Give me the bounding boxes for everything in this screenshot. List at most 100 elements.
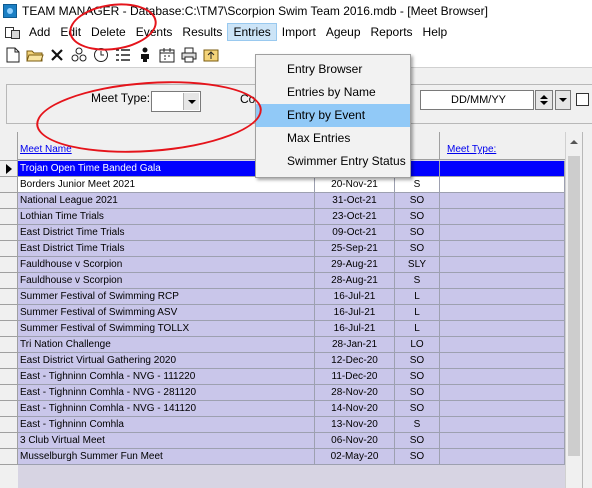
mdi-window-icon[interactable] xyxy=(4,25,20,39)
meet-course-cell: SO xyxy=(395,369,440,384)
meet-course-cell: S xyxy=(395,273,440,288)
meet-name-cell: 3 Club Virtual Meet xyxy=(18,433,315,448)
row-selector[interactable] xyxy=(0,289,18,305)
table-row[interactable]: Musselburgh Summer Fun Meet 02-May-20 SO xyxy=(18,449,565,465)
meet-type-cell xyxy=(440,257,565,272)
row-selector[interactable] xyxy=(0,321,18,337)
meet-course-cell: SO xyxy=(395,193,440,208)
team-icon[interactable] xyxy=(70,46,88,64)
entries-dropdown-menu: Entry Browser Entries by Name Entry by E… xyxy=(255,54,411,178)
row-selector[interactable] xyxy=(0,385,18,401)
table-row[interactable]: Tri Nation Challenge 28-Jan-21 LO xyxy=(18,337,565,353)
meet-course-cell: SO xyxy=(395,449,440,464)
row-selector[interactable] xyxy=(0,193,18,209)
meet-name-cell: East District Time Trials xyxy=(18,225,315,240)
row-selector[interactable] xyxy=(0,417,18,433)
menu-ageup[interactable]: Ageup xyxy=(321,23,366,41)
table-row[interactable]: East - Tighninn Comhla - NVG - 111220 11-… xyxy=(18,369,565,385)
menu-item-entry-by-event[interactable]: Entry by Event xyxy=(256,104,410,127)
export-icon[interactable] xyxy=(202,46,220,64)
meet-name-cell: East - Tighninn Comhla - NVG - 111220 xyxy=(18,369,315,384)
meet-type-cell xyxy=(440,433,565,448)
table-row[interactable]: National League 2021 31-Oct-21 SO xyxy=(18,193,565,209)
table-row[interactable]: Lothian Time Trials 23-Oct-21 SO xyxy=(18,209,565,225)
table-row[interactable]: Borders Junior Meet 2021 20-Nov-21 S xyxy=(18,177,565,193)
table-row[interactable]: Summer Festival of Swimming TOLLX 16-Jul-… xyxy=(18,321,565,337)
meet-date-cell: 16-Jul-21 xyxy=(315,305,395,320)
menu-item-swimmer-entry-status[interactable]: Swimmer Entry Status xyxy=(256,150,410,173)
meet-type-cell xyxy=(440,241,565,256)
row-selector-header xyxy=(0,132,18,161)
menu-help[interactable]: Help xyxy=(418,23,453,41)
row-selector[interactable] xyxy=(0,369,18,385)
scroll-up-icon[interactable] xyxy=(570,140,578,144)
calendar-icon[interactable] xyxy=(158,46,176,64)
table-row[interactable]: East District Time Trials 09-Oct-21 SO xyxy=(18,225,565,241)
meet-type-cell xyxy=(440,353,565,368)
table-row[interactable]: Summer Festival of Swimming RCP 16-Jul-21… xyxy=(18,289,565,305)
row-selector[interactable] xyxy=(0,273,18,289)
row-selector[interactable] xyxy=(0,449,18,465)
row-selector[interactable] xyxy=(0,241,18,257)
row-selector[interactable] xyxy=(0,225,18,241)
date-input[interactable]: DD/MM/YY xyxy=(420,90,534,110)
meet-type-cell xyxy=(440,417,565,432)
meet-course-cell: SO xyxy=(395,353,440,368)
menu-reports[interactable]: Reports xyxy=(366,23,418,41)
row-selector[interactable] xyxy=(0,257,18,273)
row-selector[interactable] xyxy=(0,177,18,193)
app-icon xyxy=(3,4,17,18)
meet-date-cell: 11-Dec-20 xyxy=(315,369,395,384)
table-row[interactable]: Summer Festival of Swimming ASV 16-Jul-21… xyxy=(18,305,565,321)
meet-name-cell: National League 2021 xyxy=(18,193,315,208)
meet-date-cell: 28-Nov-20 xyxy=(315,385,395,400)
meet-date-cell: 20-Nov-21 xyxy=(315,177,395,192)
swimmer-icon[interactable] xyxy=(136,46,154,64)
date-spinner[interactable] xyxy=(535,90,553,110)
meet-course-cell: SO xyxy=(395,225,440,240)
meet-type-cell xyxy=(440,273,565,288)
new-document-icon[interactable] xyxy=(4,46,22,64)
delete-x-icon[interactable] xyxy=(48,46,66,64)
column-header-meet-type[interactable]: Meet Type: xyxy=(440,132,565,160)
print-icon[interactable] xyxy=(180,46,198,64)
meet-course-cell: L xyxy=(395,321,440,336)
menu-import[interactable]: Import xyxy=(277,23,321,41)
open-folder-icon[interactable] xyxy=(26,46,44,64)
row-selector[interactable] xyxy=(0,161,18,177)
table-row[interactable]: East - Tighninn Comhla - NVG - 281120 28-… xyxy=(18,385,565,401)
date-dropdown-button[interactable] xyxy=(555,90,571,110)
table-row[interactable]: East District Virtual Gathering 2020 12-D… xyxy=(18,353,565,369)
menu-item-entry-browser[interactable]: Entry Browser xyxy=(256,58,410,81)
row-selector[interactable] xyxy=(0,353,18,369)
table-row[interactable]: East - Tighninn Comhla 13-Nov-20 S xyxy=(18,417,565,433)
vertical-scrollbar[interactable] xyxy=(565,132,582,488)
scroll-thumb[interactable] xyxy=(568,156,580,456)
meet-date-cell: 31-Oct-21 xyxy=(315,193,395,208)
meet-date-cell: 16-Jul-21 xyxy=(315,321,395,336)
menu-item-entries-by-name[interactable]: Entries by Name xyxy=(256,81,410,104)
menu-add[interactable]: Add xyxy=(24,23,55,41)
meet-date-cell: 02-May-20 xyxy=(315,449,395,464)
meet-course-cell: SO xyxy=(395,433,440,448)
grid-rows: Trojan Open Time Banded Gala Borders Juni… xyxy=(18,161,565,465)
meet-name-cell: East - Tighninn Comhla xyxy=(18,417,315,432)
meet-name-cell: Fauldhouse v Scorpion xyxy=(18,257,315,272)
meet-course-cell: L xyxy=(395,289,440,304)
menu-entries[interactable]: Entries xyxy=(227,23,277,41)
table-row[interactable]: 3 Club Virtual Meet 06-Nov-20 SO xyxy=(18,433,565,449)
table-row[interactable]: Fauldhouse v Scorpion 29-Aug-21 SLY xyxy=(18,257,565,273)
date-checkbox[interactable] xyxy=(576,93,589,106)
table-row[interactable]: East District Time Trials 25-Sep-21 SO xyxy=(18,241,565,257)
row-selector[interactable] xyxy=(0,305,18,321)
row-selector[interactable] xyxy=(0,337,18,353)
table-row[interactable]: Fauldhouse v Scorpion 28-Aug-21 S xyxy=(18,273,565,289)
table-row[interactable]: East - Tighninn Comhla - NVG - 141120 14-… xyxy=(18,401,565,417)
row-selector[interactable] xyxy=(0,401,18,417)
menu-results[interactable]: Results xyxy=(177,23,227,41)
row-selector[interactable] xyxy=(0,433,18,449)
meet-name-cell: Lothian Time Trials xyxy=(18,209,315,224)
meet-name-cell: Summer Festival of Swimming ASV xyxy=(18,305,315,320)
row-selector[interactable] xyxy=(0,209,18,225)
menu-item-max-entries[interactable]: Max Entries xyxy=(256,127,410,150)
